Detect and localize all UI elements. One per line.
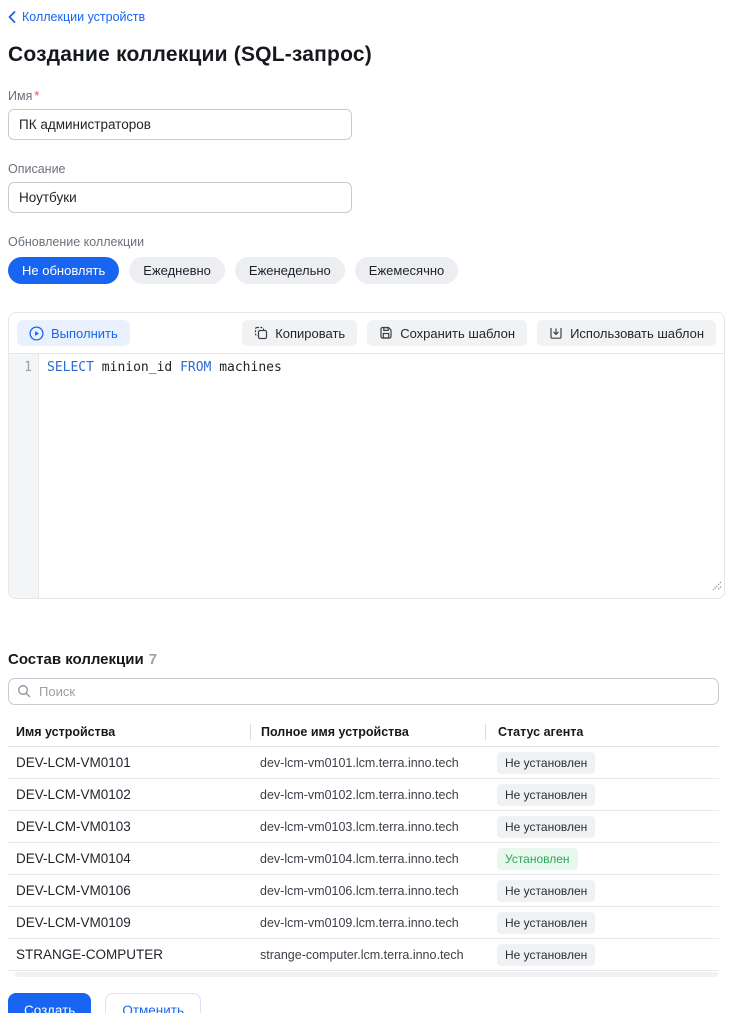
device-name: DEV-LCM-VM0106 — [8, 883, 250, 898]
table-row: DEV-LCM-VM0106 dev-lcm-vm0106.lcm.terra.… — [8, 875, 719, 907]
header-agent-status: Статус агента — [485, 724, 719, 740]
required-mark: * — [34, 89, 39, 103]
agent-status-badge: Не установлен — [497, 816, 595, 838]
refresh-options: Не обновлять Ежедневно Еженедельно Ежеме… — [8, 257, 725, 284]
table-row: DEV-LCM-VM0104 dev-lcm-vm0104.lcm.terra.… — [8, 843, 719, 875]
refresh-option-pill[interactable]: Ежедневно — [129, 257, 225, 284]
search-wrap — [8, 678, 725, 705]
agent-status-badge: Не установлен — [497, 784, 595, 806]
agent-status-badge: Установлен — [497, 848, 578, 870]
collection-section-title: Состав коллекции7 — [8, 651, 725, 668]
sql-code-editor[interactable]: 1 SELECT minion_id FROM machines — [9, 353, 724, 598]
resize-grip-icon[interactable] — [711, 578, 722, 596]
refresh-option-pill[interactable]: Ежемесячно — [355, 257, 459, 284]
collection-count: 7 — [149, 651, 157, 668]
device-name: DEV-LCM-VM0102 — [8, 787, 250, 802]
device-fqdn: dev-lcm-vm0109.lcm.terra.inno.tech — [250, 916, 485, 930]
template-buttons: Копировать Сохранить шаблон Использовать… — [242, 320, 716, 346]
page-title: Создание коллекции (SQL-запрос) — [8, 43, 725, 67]
search-icon — [17, 684, 31, 703]
description-field-group: Описание — [8, 162, 725, 213]
back-link[interactable]: Коллекции устройств — [8, 10, 145, 24]
agent-status-badge: Не установлен — [497, 752, 595, 774]
save-icon — [379, 326, 393, 340]
table-header-row: Имя устройства Полное имя устройства Ста… — [8, 717, 719, 747]
header-device-name: Имя устройства — [8, 724, 250, 740]
create-button[interactable]: Создать — [8, 993, 91, 1013]
name-field-group: Имя* — [8, 89, 725, 140]
use-template-button[interactable]: Использовать шаблон — [537, 320, 716, 346]
footer-actions: Создать Отменить — [8, 993, 725, 1013]
create-collection-page: Коллекции устройств Создание коллекции (… — [0, 0, 733, 1013]
table-row: DEV-LCM-VM0103 dev-lcm-vm0103.lcm.terra.… — [8, 811, 719, 843]
description-input[interactable] — [8, 182, 352, 213]
sql-editor-panel: Выполнить Копировать Сохранить шаблон — [8, 312, 725, 599]
table-row: DEV-LCM-VM0102 dev-lcm-vm0102.lcm.terra.… — [8, 779, 719, 811]
table-horizontal-scrollbar[interactable] — [15, 972, 718, 977]
device-fqdn: dev-lcm-vm0106.lcm.terra.inno.tech — [250, 884, 485, 898]
device-name: DEV-LCM-VM0109 — [8, 915, 250, 930]
line-number-gutter: 1 — [9, 354, 39, 598]
copy-button[interactable]: Копировать — [242, 320, 357, 346]
run-query-button[interactable]: Выполнить — [17, 320, 130, 346]
table-row: DEV-LCM-VM0109 dev-lcm-vm0109.lcm.terra.… — [8, 907, 719, 939]
sql-toolbar: Выполнить Копировать Сохранить шаблон — [9, 313, 724, 353]
device-name: STRANGE-COMPUTER — [8, 947, 250, 962]
name-label: Имя* — [8, 89, 725, 103]
agent-status-badge: Не установлен — [497, 912, 595, 934]
device-name: DEV-LCM-VM0103 — [8, 819, 250, 834]
cancel-button[interactable]: Отменить — [105, 993, 201, 1013]
search-input[interactable] — [8, 678, 719, 705]
refresh-option-pill[interactable]: Не обновлять — [8, 257, 119, 284]
name-input[interactable] — [8, 109, 352, 140]
import-icon — [549, 326, 563, 340]
device-fqdn: dev-lcm-vm0102.lcm.terra.inno.tech — [250, 788, 485, 802]
description-label: Описание — [8, 162, 725, 176]
devices-table: Имя устройства Полное имя устройства Ста… — [8, 717, 719, 971]
sql-code-line[interactable]: SELECT minion_id FROM machines — [39, 354, 724, 598]
save-template-button[interactable]: Сохранить шаблон — [367, 320, 527, 346]
refresh-field-group: Обновление коллекции Не обновлять Ежедне… — [8, 235, 725, 284]
copy-icon — [254, 326, 268, 340]
agent-status-badge: Не установлен — [497, 944, 595, 966]
device-fqdn: dev-lcm-vm0104.lcm.terra.inno.tech — [250, 852, 485, 866]
device-fqdn: dev-lcm-vm0101.lcm.terra.inno.tech — [250, 756, 485, 770]
device-fqdn: dev-lcm-vm0103.lcm.terra.inno.tech — [250, 820, 485, 834]
back-link-label: Коллекции устройств — [22, 10, 145, 24]
table-row: DEV-LCM-VM0101 dev-lcm-vm0101.lcm.terra.… — [8, 747, 719, 779]
refresh-option-pill[interactable]: Еженедельно — [235, 257, 345, 284]
table-row: STRANGE-COMPUTER strange-computer.lcm.te… — [8, 939, 719, 971]
device-name: DEV-LCM-VM0104 — [8, 851, 250, 866]
play-circle-icon — [29, 326, 44, 341]
agent-status-badge: Не установлен — [497, 880, 595, 902]
refresh-label: Обновление коллекции — [8, 235, 725, 249]
chevron-left-icon — [8, 11, 16, 23]
device-fqdn: strange-computer.lcm.terra.inno.tech — [250, 948, 485, 962]
header-device-fqdn: Полное имя устройства — [250, 724, 485, 740]
line-number: 1 — [9, 360, 32, 375]
device-name: DEV-LCM-VM0101 — [8, 755, 250, 770]
